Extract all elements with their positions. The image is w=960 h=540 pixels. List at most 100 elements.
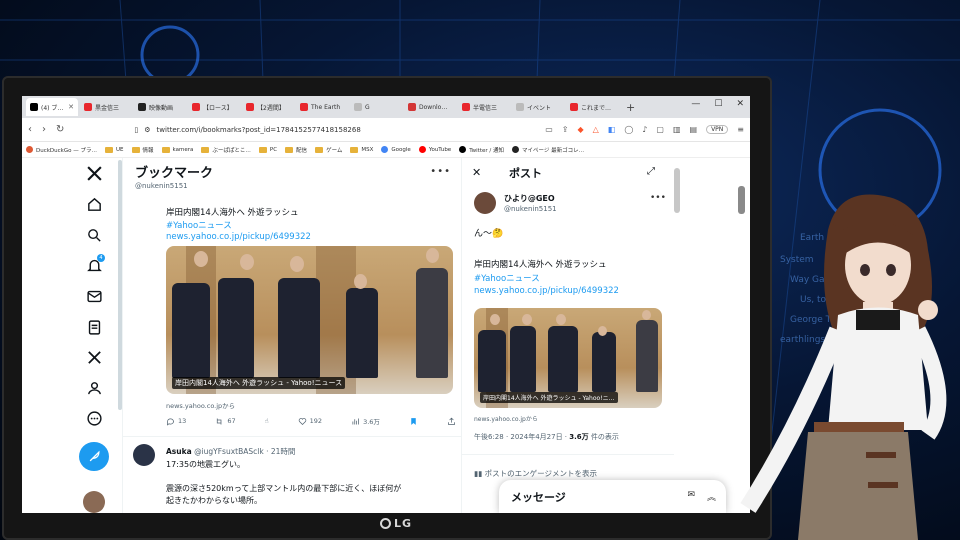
messages-drawer[interactable]: メッセージ ✉ ︽ [499,480,726,513]
post-author-avatar[interactable] [474,192,496,214]
character-belt [814,422,904,432]
bookmark-item[interactable]: 情報 [131,146,154,154]
tweet-hashtag[interactable]: #Yahooニュース [166,219,232,231]
forward-arrow-icon[interactable]: › [42,124,46,135]
back-arrow-icon[interactable]: ‹ [28,124,32,135]
share-button[interactable] [447,417,456,426]
extensions-icon[interactable]: ▢ [656,125,664,134]
like-button[interactable]: 192 [298,417,322,426]
compose-post-button[interactable] [79,441,109,472]
bookmark-item[interactable]: マイページ 最新ゴコレ… [512,146,584,154]
share-icon[interactable]: ⇪ [562,125,569,134]
notifications-icon[interactable]: 4 [82,253,106,278]
wallet-icon[interactable]: ▤ [690,125,698,134]
post-view-count: 3.6万 [569,433,589,441]
reload-icon[interactable]: ↻ [56,124,64,135]
tab-3[interactable]: 【ロース】 [188,98,240,116]
lists-icon[interactable] [82,315,106,339]
yahoo-favicon-icon [84,103,92,111]
tweet-body-line: 起きたかわからない場所。 [166,496,262,505]
bookmark-button[interactable] [409,417,418,426]
engagement-link[interactable]: ▮▮ ポストのエンゲージメントを表示 [474,468,597,479]
tab-4[interactable]: 【2週間】 [242,98,294,116]
chat-icon[interactable]: ◯ [624,125,633,134]
retweet-button[interactable]: 67 [215,417,236,426]
tab-5[interactable]: The Earth [296,98,348,116]
media-head [522,314,532,325]
post-source[interactable]: news.yahoo.co.jpから [474,414,538,423]
url-bar[interactable]: ▯ ⚙ twitter.com/i/bookmarks?post_id=1784… [134,122,434,138]
tab-6[interactable]: G [350,98,402,116]
close-button[interactable]: ✕ [472,166,481,179]
bookmark-item[interactable]: Twitter / 通知 [459,146,504,154]
tweet-link[interactable]: news.yahoo.co.jp/pickup/6499322 [166,232,311,242]
tab-2[interactable]: 映像動画 [134,98,186,116]
new-tab-button[interactable]: + [626,101,635,114]
bookmark-item[interactable]: ゲーム [315,146,342,154]
maximize-button[interactable]: ☐ [714,99,722,109]
post-link[interactable]: news.yahoo.co.jp/pickup/6499322 [474,286,619,296]
bookmark-label: PC [269,146,278,153]
tab-label: 【2週間】 [257,104,285,112]
tweet-media[interactable]: 岸田内閣14人海外へ 外遊ラッシュ - Yahoo!ニュース [166,246,453,394]
vpn-button[interactable]: VPN [706,125,729,134]
tweet-author-handle[interactable]: @iugYFsuxtBASclk [194,447,264,456]
profile-icon[interactable] [82,376,106,400]
search-icon[interactable] [82,223,106,247]
x-logo-icon[interactable] [82,162,106,186]
bookmark-item[interactable]: UE [104,146,124,153]
more-options-button[interactable]: ••• [430,166,451,177]
bookmark-item[interactable]: YouTube [418,146,451,153]
bookmark-item[interactable]: DuckDuckGo — プラ… [26,146,97,154]
views-button[interactable]: 3.6万 [351,416,380,426]
bookmark-item[interactable]: 配信 [285,146,307,154]
post-author-name[interactable]: ひより@GEO [504,193,555,204]
bookmark-item[interactable]: MSX [350,146,373,153]
tab-1[interactable]: 黒金信三 [80,98,132,116]
screen-icon[interactable]: ▭ [545,125,553,134]
chevron-up-icon[interactable]: ︽ [707,490,716,503]
account-avatar[interactable] [83,491,105,513]
tweet-author-avatar[interactable] [133,444,155,466]
bookmark-item[interactable]: PC [258,146,278,153]
menu-icon[interactable]: ≡ [737,125,744,134]
post-more-button[interactable]: ••• [650,193,666,203]
minimize-button[interactable]: — [691,99,700,109]
bookmark-item[interactable]: Google [381,146,411,153]
tab-label: Downlo… [419,103,448,111]
messages-icon[interactable] [82,285,106,309]
brave-rewards-icon[interactable]: △ [593,125,599,134]
post-hashtag[interactable]: #Yahooニュース [474,272,540,284]
tab-9[interactable]: イベント [512,98,564,116]
translate-icon[interactable]: ◧ [608,125,616,134]
tab-0[interactable]: (4) ブ… ✕ [26,98,78,116]
tweet-source[interactable]: news.yahoo.co.jpから [166,400,235,410]
tweet-author-name[interactable]: Asuka [166,447,192,456]
bookmark-label: Google [391,146,411,153]
home-icon[interactable] [82,193,106,217]
page-title: ブックマーク [135,166,214,181]
close-icon[interactable]: ✕ [68,103,74,111]
post-panel-scrollbar[interactable] [674,168,680,213]
site-info-icon[interactable]: ⚙ [144,126,150,134]
tab-10[interactable]: これまで… [566,98,618,116]
post-view-suffix: 件の表示 [588,433,619,441]
sidebar-icon[interactable]: ▥ [673,125,681,134]
character-strap [866,452,896,458]
more-icon[interactable] [82,407,106,431]
media-head [556,314,566,325]
brave-shield-icon[interactable]: ◆ [577,125,583,134]
bookmark-item[interactable]: ぶーぱぱとこ… [201,146,251,154]
post-media[interactable]: 岸田内閣14人海外へ 外遊ラッシュ - Yahoo!ニ… [474,308,662,408]
bookmark-page-icon[interactable]: ▯ [134,126,138,134]
new-message-icon[interactable]: ✉ [687,490,695,503]
reply-button[interactable]: 13 [166,417,186,426]
music-icon[interactable]: ♪ [642,125,647,134]
tab-7[interactable]: Downlo… [404,98,456,116]
post-author-handle[interactable]: @nukenin5151 [504,205,557,213]
bookmark-item[interactable]: kamera [161,146,193,153]
tab-8[interactable]: 半電信三 [458,98,510,116]
expand-icon[interactable]: ⤢ [647,166,655,177]
premium-x-icon[interactable] [82,346,106,370]
close-window-button[interactable]: ✕ [736,99,744,109]
